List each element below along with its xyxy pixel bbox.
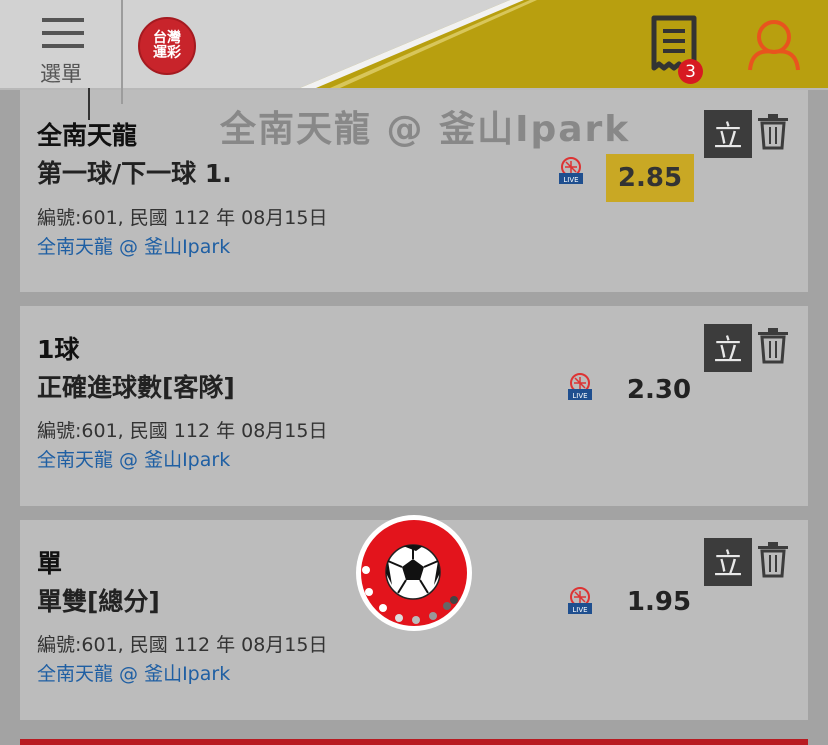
sports-lottery-logo[interactable]: 台灣 運彩 <box>138 17 196 75</box>
bet-match[interactable]: 全南天龍 @ 釜山Ipark <box>37 659 230 686</box>
header-divider <box>121 0 123 104</box>
bet-pick: 全南天龍 <box>37 121 138 150</box>
next-card-edge <box>20 739 808 745</box>
bet-card: 1球 正確進球數[客隊] 編號:601, 民國 112 年 08月15日 全南天… <box>20 306 808 506</box>
menu-label: 選單 <box>40 62 82 86</box>
user-icon <box>748 20 800 71</box>
svg-text:LIVE: LIVE <box>572 606 587 614</box>
trash-icon[interactable] <box>756 114 790 150</box>
bet-market: 第一球/下一球 1. <box>37 159 232 188</box>
odds-value[interactable]: 2.30 <box>618 366 700 414</box>
bet-meta: 編號:601, 民國 112 年 08月15日 <box>37 420 328 442</box>
ghost-match-title: 全南天龍 @ 釜山Ipark <box>220 109 631 150</box>
soccer-ball-icon <box>361 520 467 626</box>
trash-icon[interactable] <box>756 328 790 364</box>
trash-icon[interactable] <box>756 542 790 578</box>
logo-text-line2: 運彩 <box>153 45 181 61</box>
bet-pick: 1球 <box>37 335 80 364</box>
bet-pick: 單 <box>37 549 63 578</box>
bet-match[interactable]: 全南天龍 @ 釜山Ipark <box>37 232 230 259</box>
account-button[interactable] <box>744 18 804 72</box>
live-icon: LIVE <box>559 157 583 184</box>
betslip-count-badge: 3 <box>678 59 703 84</box>
floating-soccer-button[interactable] <box>356 515 472 631</box>
stand-button[interactable]: 立 <box>704 110 752 158</box>
odds-value[interactable]: 1.95 <box>618 578 700 626</box>
menu-pointer <box>88 88 90 120</box>
live-icon: LIVE <box>568 587 592 614</box>
bet-meta: 編號:601, 民國 112 年 08月15日 <box>37 207 328 229</box>
app-header: 選單 台灣 運彩 3 <box>0 0 828 90</box>
svg-text:LIVE: LIVE <box>572 392 587 400</box>
odds-value[interactable]: 2.85 <box>606 154 694 202</box>
svg-text:LIVE: LIVE <box>563 176 578 184</box>
bet-market: 單雙[總分] <box>37 587 160 616</box>
hamburger-icon <box>42 18 84 48</box>
stand-button[interactable]: 立 <box>704 324 752 372</box>
logo-text-line1: 台灣 <box>153 30 181 46</box>
bet-match[interactable]: 全南天龍 @ 釜山Ipark <box>37 445 230 472</box>
live-icon: LIVE <box>568 373 592 400</box>
stand-button[interactable]: 立 <box>704 538 752 586</box>
bet-market: 正確進球數[客隊] <box>37 373 235 402</box>
bet-meta: 編號:601, 民國 112 年 08月15日 <box>37 634 328 656</box>
